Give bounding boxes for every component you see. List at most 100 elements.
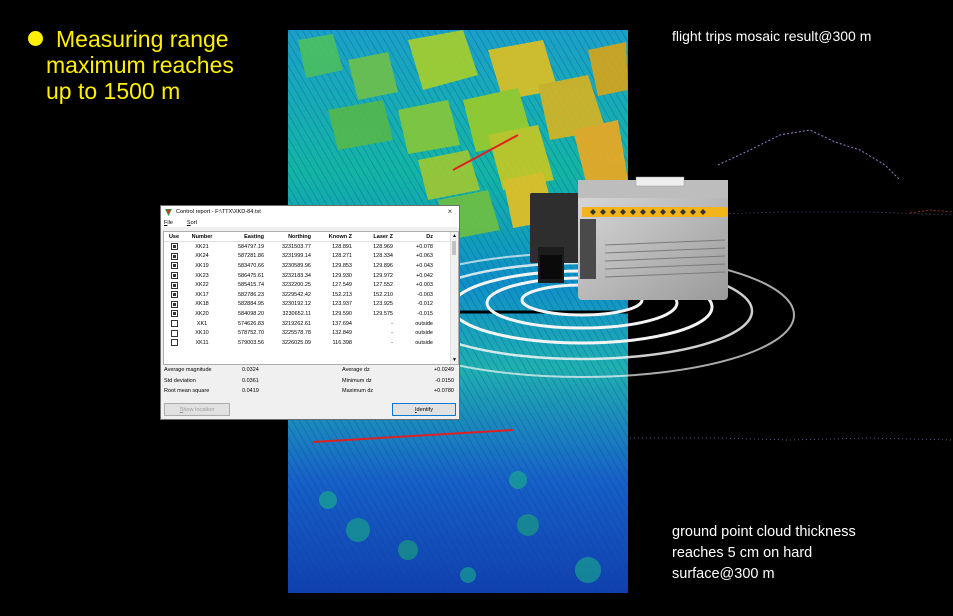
stat-label: Minimum dz bbox=[342, 377, 372, 384]
table-header: Use Number Easting Northing Known Z Lase… bbox=[164, 232, 458, 242]
cell-known-z: 128.271 bbox=[332, 253, 352, 260]
caption-line: reaches 5 cm on hard bbox=[672, 545, 813, 561]
cell-easting: 579003.56 bbox=[238, 339, 264, 346]
scroll-thumb[interactable] bbox=[452, 241, 456, 255]
cell-known-z: 129.930 bbox=[332, 272, 352, 279]
close-icon[interactable]: × bbox=[441, 207, 459, 217]
cell-dz: -0.012 bbox=[417, 301, 433, 308]
lidar-device-image bbox=[440, 176, 795, 378]
use-checkbox[interactable] bbox=[170, 272, 178, 280]
column-header-dz[interactable]: Dz bbox=[393, 234, 433, 240]
scroll-up-icon[interactable]: ▲ bbox=[452, 233, 457, 239]
cell-laser-z: - bbox=[391, 320, 393, 327]
app-logo-icon bbox=[165, 208, 172, 216]
cell-northing: 3226025.09 bbox=[281, 339, 311, 346]
cell-dz: +0.003 bbox=[416, 282, 433, 289]
table-row[interactable]: XK10 578752.70 3225578.78 132.849 - outside bbox=[164, 328, 458, 338]
table-row[interactable]: XK23 586475.61 3232183.34 129.930 129.972 +0.… bbox=[164, 271, 458, 281]
use-checkbox[interactable] bbox=[170, 291, 178, 299]
cell-dz: +0.063 bbox=[416, 253, 433, 260]
cell-dz: +0.043 bbox=[416, 262, 433, 269]
column-header-number[interactable]: Number bbox=[184, 234, 220, 240]
column-header-easting[interactable]: Easting bbox=[220, 234, 264, 240]
column-header-known-z[interactable]: Known Z bbox=[311, 234, 352, 240]
use-checkbox[interactable] bbox=[170, 252, 178, 260]
cell-number: XK11 bbox=[195, 339, 209, 346]
table-row[interactable]: XK22 585415.74 3232200.25 127.549 127.552 +0.… bbox=[164, 280, 458, 290]
use-cell bbox=[164, 243, 184, 251]
cell-easting: 578752.70 bbox=[238, 330, 264, 337]
table-scrollbar[interactable]: ▲ ▼ bbox=[450, 232, 458, 364]
use-cell bbox=[164, 310, 184, 318]
cell-northing: 3229542.42 bbox=[281, 291, 311, 298]
table-row[interactable]: XK20 584098.20 3230652.11 129.590 129.575 -0.… bbox=[164, 309, 458, 319]
use-cell bbox=[164, 320, 184, 328]
caption-line: surface@300 m bbox=[672, 566, 775, 582]
stat-value: 0.0419 bbox=[242, 388, 259, 395]
stats-row: Std deviation 0.0361 Minimum dz -0.0150 bbox=[164, 376, 456, 387]
use-cell bbox=[164, 300, 184, 308]
table-row[interactable]: XK19 583470.66 3230589.96 129.853 129.896 +0.… bbox=[164, 261, 458, 271]
column-header-use[interactable]: Use bbox=[164, 234, 184, 240]
show-location-button[interactable]: Show location bbox=[164, 403, 230, 416]
table-row[interactable]: XK24 587281.86 3231999.14 128.271 128.334 +0.… bbox=[164, 252, 458, 262]
cell-number: XK22 bbox=[195, 282, 209, 289]
cell-laser-z: - bbox=[391, 330, 393, 337]
menu-file[interactable]: File bbox=[164, 220, 180, 226]
use-checkbox[interactable] bbox=[170, 329, 178, 337]
cell-laser-z: 123.925 bbox=[373, 301, 393, 308]
statistics-panel: Average magnitude 0.0324 Average dz +0.0… bbox=[164, 365, 456, 397]
use-checkbox[interactable] bbox=[170, 300, 178, 308]
cell-laser-z: 128.334 bbox=[373, 253, 393, 260]
use-checkbox[interactable] bbox=[170, 262, 178, 270]
cell-laser-z: 129.896 bbox=[373, 262, 393, 269]
cell-known-z: 129.590 bbox=[332, 310, 352, 317]
cell-laser-z: 152.210 bbox=[373, 291, 393, 298]
menu-sort[interactable]: Sort bbox=[187, 220, 204, 226]
table-row[interactable]: XK17 582786.23 3229542.42 152.213 152.210 -0.… bbox=[164, 290, 458, 300]
stat-label: Std deviation bbox=[164, 377, 196, 384]
cell-dz: outside bbox=[415, 330, 433, 337]
cell-northing: 3230589.96 bbox=[281, 262, 311, 269]
cell-laser-z: 129.575 bbox=[373, 310, 393, 317]
cell-known-z: 132.849 bbox=[332, 330, 352, 337]
use-checkbox[interactable] bbox=[170, 243, 178, 251]
cell-easting: 586475.61 bbox=[238, 272, 264, 279]
use-checkbox[interactable] bbox=[170, 320, 178, 328]
cell-easting: 582786.23 bbox=[238, 291, 264, 298]
stat-value: +0.0249 bbox=[433, 367, 454, 374]
cell-number: XK24 bbox=[195, 253, 209, 260]
cell-laser-z: 127.552 bbox=[373, 282, 393, 289]
use-cell bbox=[164, 281, 184, 289]
dialog-title: Control report - F:\TTX\XKD-84.txt bbox=[176, 209, 261, 215]
cell-known-z: 116.398 bbox=[332, 339, 352, 346]
use-checkbox[interactable] bbox=[170, 281, 178, 289]
identify-button[interactable]: Identify bbox=[392, 403, 456, 416]
column-header-laser-z[interactable]: Laser Z bbox=[352, 234, 393, 240]
use-checkbox[interactable] bbox=[170, 310, 178, 318]
cell-known-z: 123.937 bbox=[332, 301, 352, 308]
cell-number: XK20 bbox=[195, 310, 209, 317]
stat-label: Average dz bbox=[342, 367, 370, 374]
cell-northing: 3232183.34 bbox=[281, 272, 311, 279]
cell-dz: outside bbox=[415, 339, 433, 346]
stat-label: Maximum dz bbox=[342, 388, 374, 395]
column-header-northing[interactable]: Northing bbox=[264, 234, 311, 240]
stat-value: 0.0324 bbox=[242, 367, 259, 374]
stat-label: Root mean square bbox=[164, 388, 210, 395]
cell-northing: 3230652.11 bbox=[282, 310, 311, 317]
use-cell bbox=[164, 252, 184, 260]
cell-dz: +0.078 bbox=[416, 243, 433, 250]
table-row[interactable]: XK11 579003.56 3226025.09 116.398 - outside bbox=[164, 338, 458, 348]
cell-known-z: 129.853 bbox=[332, 262, 352, 269]
table-row[interactable]: XK21 584797.19 3231503.77 128.891 128.969 +0.… bbox=[164, 242, 458, 252]
use-checkbox[interactable] bbox=[170, 339, 178, 347]
control-points-table[interactable]: Use Number Easting Northing Known Z Lase… bbox=[163, 231, 459, 365]
use-cell bbox=[164, 262, 184, 270]
scroll-down-icon[interactable]: ▼ bbox=[452, 357, 457, 363]
use-cell bbox=[164, 272, 184, 280]
cell-northing: 3231503.77 bbox=[281, 243, 311, 250]
cell-known-z: 128.891 bbox=[332, 243, 352, 250]
table-row[interactable]: XK18 582884.95 3230192.12 123.937 123.925 -0.… bbox=[164, 300, 458, 310]
table-row[interactable]: XK1 574626.83 3219262.61 137.694 - outside bbox=[164, 319, 458, 329]
